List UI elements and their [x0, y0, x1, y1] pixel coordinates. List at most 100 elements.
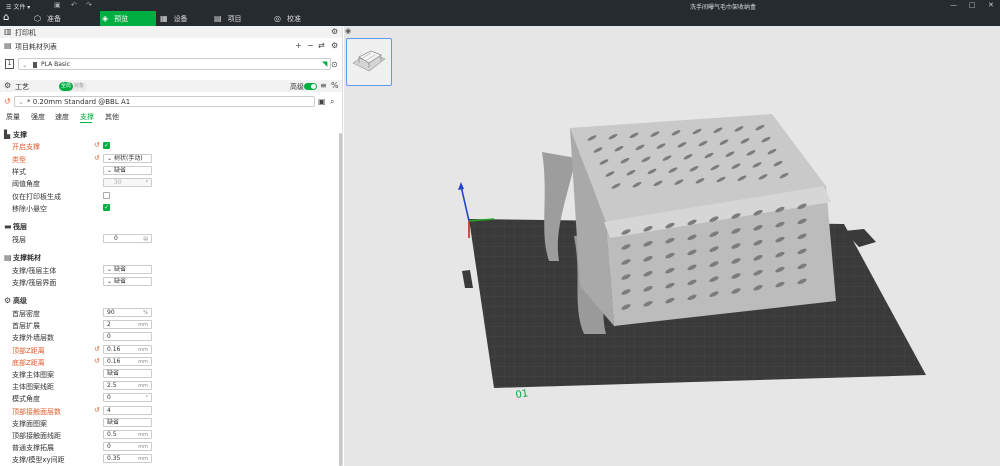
support-style-select[interactable]: ⌄ 缺省 [103, 166, 152, 175]
printer-icon: ▥ [4, 27, 12, 36]
printer-section-header[interactable]: ▥ 打印机 ⚙ [0, 26, 342, 38]
sync-icon[interactable]: ⇄ [318, 41, 325, 50]
plate-number-label: 01 [515, 388, 529, 401]
minimize-icon[interactable]: — [950, 1, 957, 9]
main-tab-bar: ⌂ ⬡ 准备 ◈ 预览 ▦ 设备 ▤ 项目 ◎ 校准 [0, 11, 1000, 26]
advanced-row-input[interactable]: 0.16 mm [103, 356, 152, 366]
advanced-row-label: 底部Z距离 [12, 358, 45, 367]
advanced-row-input[interactable]: 0 [103, 332, 152, 342]
maximize-icon[interactable]: □ [969, 1, 976, 9]
support-interface-filament-label: 支撑/筏层界面 [12, 279, 57, 287]
advanced-label: 高级 [290, 83, 304, 91]
subtab-support[interactable]: 支撑 [80, 112, 94, 122]
reset-icon[interactable]: ↺ [94, 406, 100, 414]
advanced-row-label: 顶部接触面线距 [12, 432, 61, 440]
enable-support-label: 开启支撑 [12, 143, 40, 151]
support-section-title: 支撑 [13, 131, 27, 139]
advanced-row-input[interactable]: 缺省 [103, 417, 152, 427]
on-build-plate-label: 仅在打印板生成 [12, 193, 61, 201]
advanced-row-input[interactable]: 0.35 mm [103, 454, 152, 464]
remove-small-overhangs-checkbox[interactable]: ✓ [103, 204, 110, 211]
z-axis-arrow [458, 182, 464, 190]
advanced-row-input[interactable]: 0 ° [103, 393, 152, 403]
filament-settings-icon[interactable]: ⚙ [331, 41, 338, 50]
support-type-label: 类型 [12, 156, 26, 164]
advanced-row-input[interactable]: 90% [103, 308, 152, 317]
advanced-row-input[interactable]: 0.5 mm [103, 430, 152, 439]
percent-icon[interactable]: % [331, 81, 339, 90]
subtab-speed[interactable]: 速度 [55, 112, 69, 122]
filament-select[interactable]: ⌄ PLA Basic ◥ [18, 58, 331, 70]
advanced-row-label: 首层密度 [12, 310, 40, 318]
close-icon[interactable]: ✕ [988, 1, 994, 9]
title-bar: ☰ 文件 ▾ ▣ ↶ ↷ 洗手间曝气毛巾架收纳盒 — □ ✕ [0, 0, 1000, 11]
3d-viewport[interactable]: ◉ 01 [344, 26, 1000, 466]
home-icon[interactable]: ⌂ [3, 12, 9, 23]
support-style-label: 样式 [12, 168, 26, 176]
remove-small-overhangs-label: 移除小悬空 [12, 205, 47, 213]
reset-icon[interactable]: ↺ [94, 357, 100, 365]
file-menu[interactable]: ☰ 文件 ▾ [6, 2, 30, 11]
advanced-row-label: 顶部Z距离 [12, 346, 45, 355]
support-type-select[interactable]: ⌄ 树状(手动) [103, 154, 152, 163]
tab-calibrate[interactable]: ◎ 校准 [270, 11, 330, 26]
save-icon[interactable]: ▣ [54, 1, 61, 9]
compare-icon[interactable]: ≡ [320, 81, 327, 90]
raft-section-title: 筏层 [13, 223, 27, 231]
advanced-row-input[interactable]: 4 [103, 405, 152, 415]
remove-icon[interactable]: − [307, 41, 314, 50]
tab-prepare[interactable]: ⬡ 准备 [30, 11, 100, 26]
enable-support-checkbox[interactable]: ✓ [103, 142, 110, 149]
edit-corner-icon: ◥ [322, 60, 328, 68]
global-option[interactable]: 全局 [59, 82, 73, 91]
filament-edit-icon[interactable]: ⊙ [331, 60, 338, 69]
tab-project[interactable]: ▤ 项目 [210, 11, 270, 26]
filament-name: PLA Basic [41, 61, 70, 68]
support-filament-icon: ▤ [4, 253, 12, 262]
chevron-down-icon: ⌄ [107, 155, 114, 162]
preview-icon: ◈ [102, 14, 109, 23]
settings-gear-icon[interactable]: ⚙ [331, 27, 338, 36]
advanced-section-icon: ⚙ [4, 296, 12, 305]
process-subtabs: 质量 强度 速度 支撑 其他 [0, 112, 342, 122]
advanced-row-label: 支撑面图案 [12, 419, 47, 428]
advanced-row-label: 模式角度 [12, 395, 40, 404]
process-section-header: ⚙ 工艺 高级 ≡ % [0, 80, 342, 92]
process-preset-select[interactable]: ⌄ * 0.20mm Standard @BBL A1 [14, 96, 315, 107]
subtab-quality[interactable]: 质量 [6, 112, 20, 122]
global-object-switch[interactable]: 全局 对象 [59, 82, 87, 91]
settings-scrollbar[interactable] [339, 133, 342, 466]
raft-layers-input[interactable]: 0 ▤ [103, 234, 152, 243]
advanced-row-input[interactable]: 2 mm [103, 320, 152, 330]
redo-icon[interactable]: ↷ [86, 1, 92, 9]
raft-section-icon: ▬ [4, 222, 12, 231]
advanced-toggle[interactable] [304, 83, 317, 90]
filament-slot-number: 1 [5, 59, 14, 69]
object-option[interactable]: 对象 [74, 82, 84, 91]
reset-icon[interactable]: ↺ [94, 141, 100, 149]
advanced-row-input[interactable]: 2.5 mm [103, 381, 152, 391]
support-interface-filament-select[interactable]: ⌄ 缺省 [103, 277, 152, 286]
advanced-row-input[interactable]: 缺省 [103, 369, 152, 378]
save-preset-icon[interactable]: ▣ [318, 97, 326, 106]
subtab-other[interactable]: 其他 [105, 112, 119, 122]
advanced-row-label: 支撑/模型xy间距 [12, 456, 65, 465]
undo-icon[interactable]: ↶ [71, 1, 77, 9]
support-base-filament-select[interactable]: ⌄ 缺省 [103, 265, 152, 274]
tab-device[interactable]: ▦ 设备 [156, 11, 210, 26]
reset-icon[interactable]: ↺ [94, 345, 100, 353]
reset-icon[interactable]: ↺ [94, 154, 100, 162]
reset-icon[interactable]: ↺ [4, 97, 11, 106]
advanced-row-input[interactable]: 0.16 mm [103, 344, 152, 354]
add-icon[interactable]: + [295, 41, 302, 50]
threshold-angle-input[interactable]: 30 ° [103, 178, 152, 187]
search-icon[interactable]: ⌕ [330, 97, 334, 107]
tab-preview[interactable]: ◈ 预览 [100, 11, 156, 26]
on-build-plate-checkbox[interactable] [103, 192, 110, 199]
unit-label: ° [145, 395, 149, 402]
process-icon: ⚙ [4, 81, 12, 90]
subtab-strength[interactable]: 强度 [31, 112, 45, 122]
chevron-down-icon: ⌄ [107, 167, 114, 174]
active-subtab-underline [80, 122, 92, 123]
advanced-row-input[interactable]: 0 mm [103, 442, 152, 452]
